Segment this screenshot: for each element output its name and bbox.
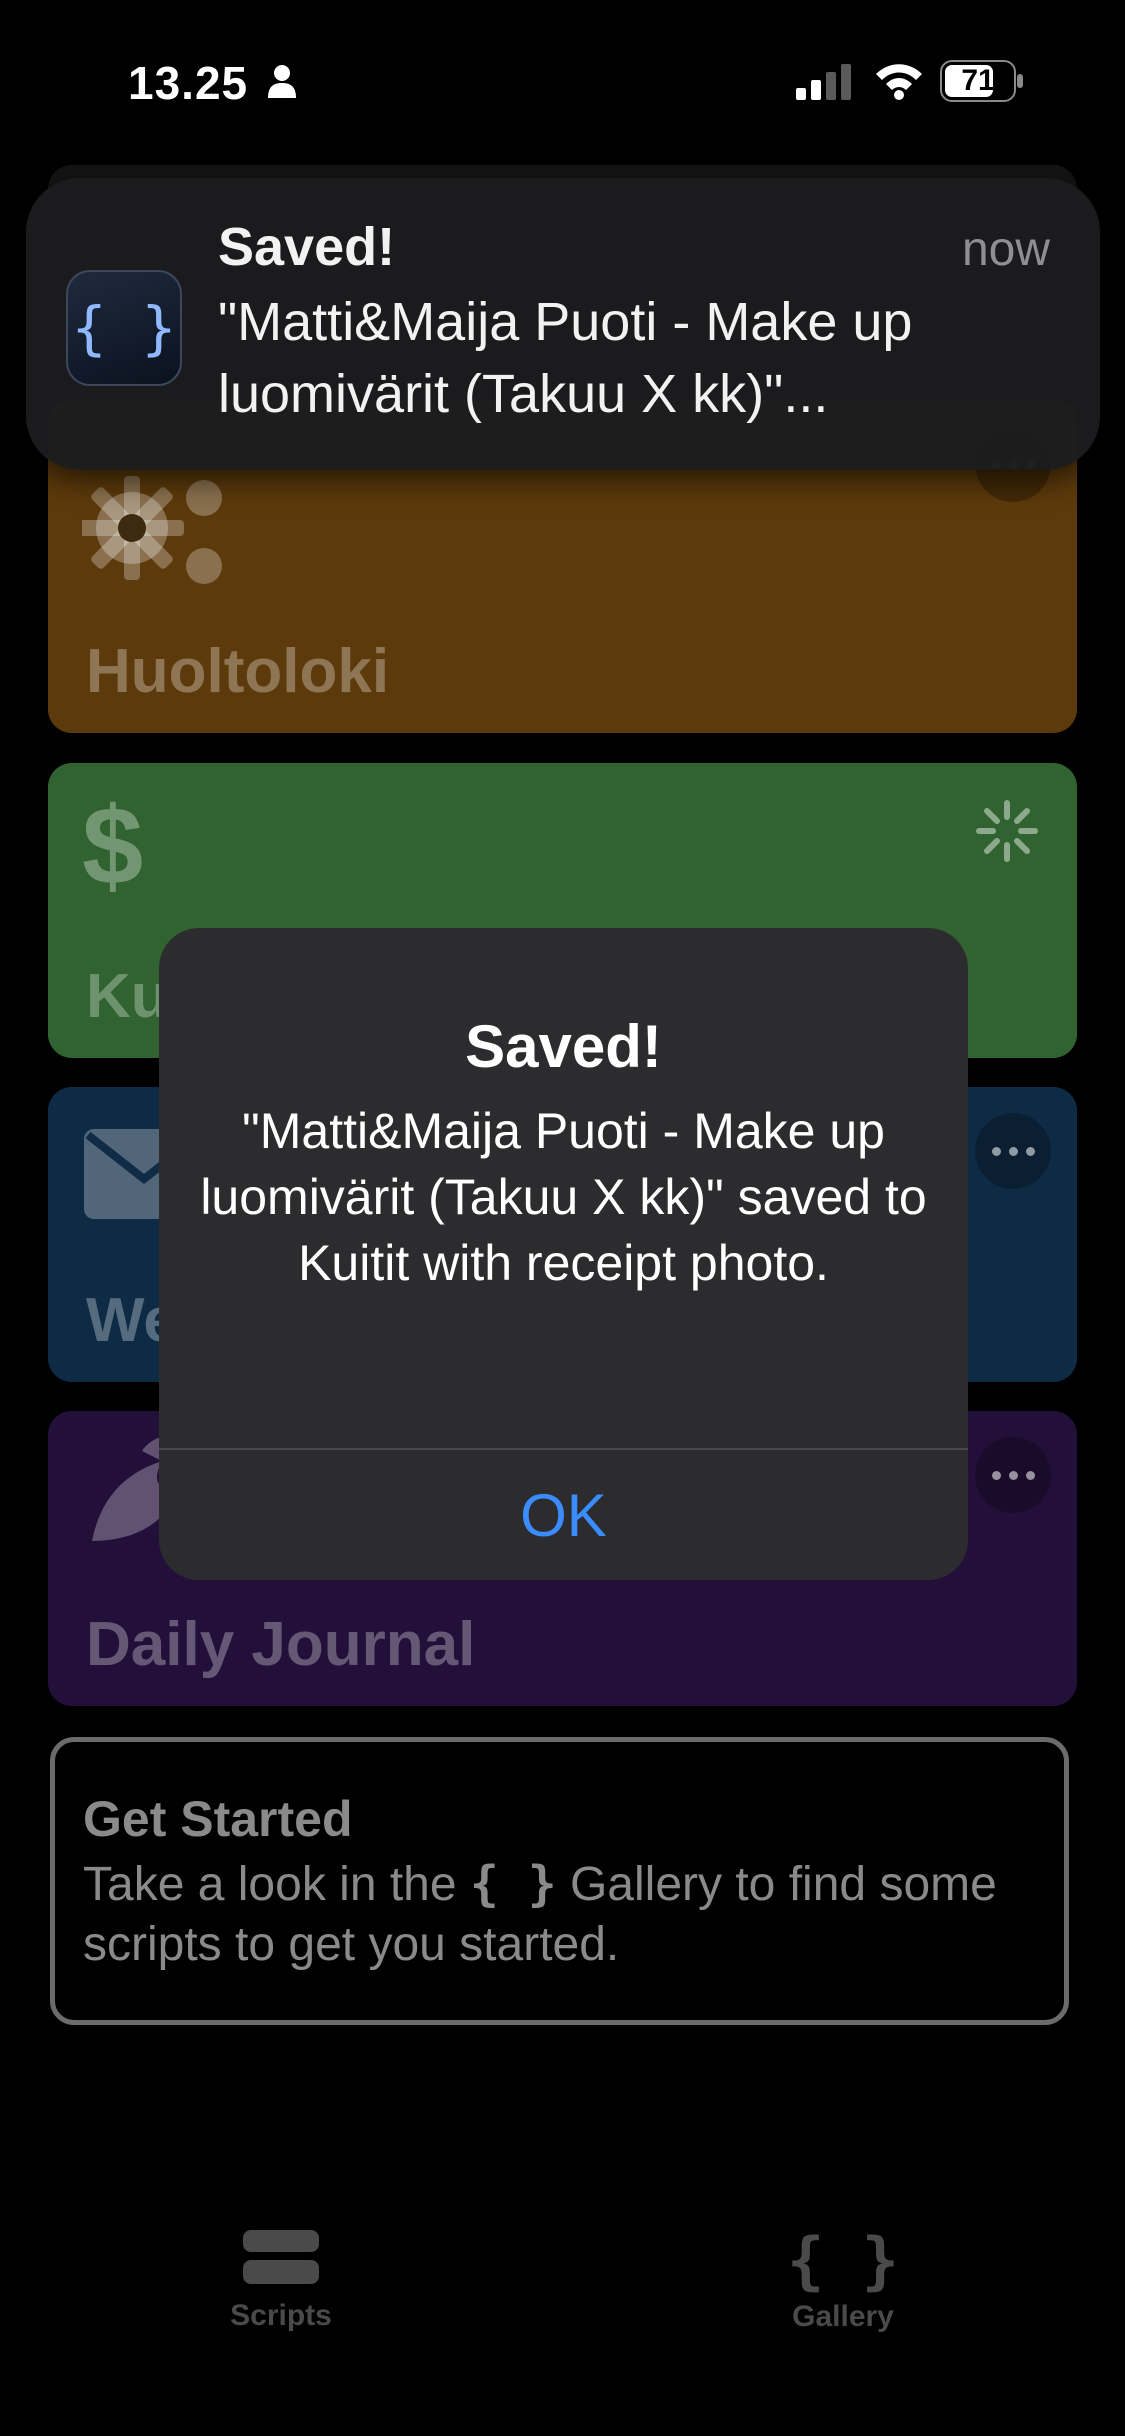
alert-message: "Matti&Maija Puoti - Make up luomivärit … [200, 1103, 927, 1291]
battery-level: 71 [961, 64, 995, 97]
notification-title: Saved! [218, 217, 396, 277]
cellular-signal-icon [796, 64, 851, 100]
tab-gallery[interactable]: { } Gallery [743, 2230, 943, 2334]
get-started-text: Take a look in the { } Gallery to find s… [83, 1854, 1003, 1975]
tab-label: Scripts [230, 2299, 332, 2332]
notification-body: "Matti&Maija Puoti - Make up luomivärit … [218, 292, 913, 424]
tab-label: Gallery [792, 2300, 894, 2333]
alert-dialog: Saved! "Matti&Maija Puoti - Make up luom… [159, 928, 968, 1580]
gears-icon [82, 476, 222, 584]
status-time: 13.25 [128, 57, 249, 109]
card-title: Huoltoloki [86, 637, 390, 706]
get-started-title: Get Started [83, 1791, 353, 1847]
status-bar: 13.25 71 [0, 0, 1125, 160]
stack-icon [243, 2230, 319, 2284]
get-started-panel: Get Started Take a look in the { } Galle… [50, 1737, 1069, 2025]
notification-banner[interactable]: { } Saved! now "Matti&Maija Puoti - Make… [26, 178, 1100, 470]
card-title: Daily Journal [86, 1610, 476, 1679]
app-icon: { } [66, 270, 182, 386]
notification-time: now [961, 223, 1050, 276]
dollar-icon: $ [82, 785, 144, 908]
braces-icon: { } [469, 1856, 557, 1912]
tab-scripts[interactable]: Scripts [181, 2230, 381, 2333]
battery-indicator: 71 [940, 60, 1024, 102]
alert-title: Saved! [465, 1013, 662, 1080]
braces-icon: { } [787, 2224, 899, 2297]
wifi-icon [876, 64, 922, 100]
more-button[interactable] [975, 1437, 1051, 1513]
more-button[interactable] [975, 1113, 1051, 1189]
loading-spinner-icon [976, 800, 1038, 862]
person-icon [268, 65, 296, 98]
ok-button[interactable]: OK [159, 1450, 968, 1580]
get-started-text-before: Take a look in the [83, 1858, 457, 1911]
